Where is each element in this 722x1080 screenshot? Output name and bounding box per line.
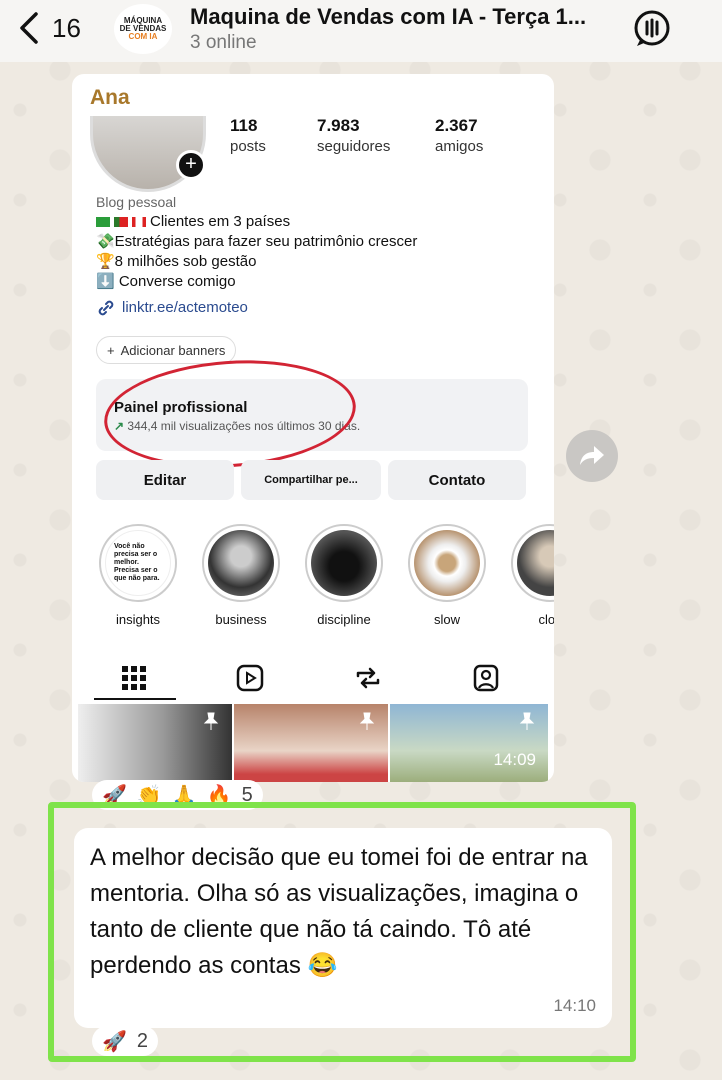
chat-header: 16 MÁQUINA DE VENDAS COM IA Maquina de V… [0,0,722,62]
back-button[interactable]: 16 [16,8,81,48]
canada-flag-icon [132,217,146,228]
story-highlight[interactable]: business [201,524,281,627]
portugal-flag-icon [114,217,128,228]
bio-line: 🏆8 milhões sob gestão [96,253,257,270]
story-highlight[interactable]: discipline [304,524,384,627]
bio-line: 💸Estratégias para fazer seu patrimônio c… [96,233,418,250]
stat-followers: 7.983 seguidores [317,116,391,155]
post-thumbnail[interactable] [390,704,548,782]
profile-tabs [72,654,554,702]
active-tab-indicator [94,698,176,700]
stat-posts: 118 posts [230,116,266,155]
story-highlight[interactable]: Você não precisa ser o melhor. Precisa s… [98,524,178,627]
repost-icon[interactable] [352,662,384,694]
forward-button[interactable] [566,430,618,482]
profile-link[interactable]: linktr.ee/actemoteo [96,298,536,318]
grid-icon[interactable] [118,662,150,694]
reels-icon[interactable] [234,662,266,694]
chevron-left-icon [20,12,38,44]
message-timestamp: 14:09 [493,750,536,769]
bio-line: ⬇️ Converse comigo [96,273,236,290]
contact-button[interactable]: Contato [388,460,526,500]
group-call-icon[interactable] [630,6,674,50]
pin-icon [203,712,219,730]
plus-icon: + [107,342,115,358]
tagged-icon[interactable] [470,662,502,694]
group-title[interactable]: Maquina de Vendas com IA - Terça 1... [190,4,610,30]
share-profile-button[interactable]: Compartilhar pe... [241,460,381,500]
stat-friends: 2.367 amigos [435,116,484,155]
pin-icon [359,712,375,730]
story-highlight[interactable]: slow [407,524,487,627]
message-text: A melhor decisão que eu tomei foi de ent… [90,844,588,979]
link-icon [98,300,114,316]
bio-line: Clientes em 3 países [96,212,536,232]
edit-profile-button[interactable]: Editar [96,460,234,500]
image-message-bubble[interactable]: Ana + 118 posts 7.983 seguidores 2.367 a… [72,74,554,782]
profile-bio: Blog pessoal Clientes em 3 países 💸Estra… [96,192,536,318]
post-thumbnail[interactable] [234,704,388,782]
message-timestamp: 14:10 [553,996,596,1015]
forward-icon [580,446,604,465]
brazil-flag-icon [96,217,110,228]
pin-icon [519,712,535,730]
story-highlight[interactable]: clos [510,524,554,627]
unread-count: 16 [52,12,81,43]
reaction-count: 2 [136,1029,149,1052]
online-status: 3 online [190,32,257,53]
post-thumbnail[interactable] [78,704,232,782]
profile-category: Blog pessoal [96,194,177,210]
text-message-bubble[interactable]: A melhor decisão que eu tomei foi de ent… [74,828,612,1028]
add-story-icon: + [176,150,206,180]
reactions-bar[interactable]: 🚀 2 [92,1026,159,1056]
sender-name: Ana [90,86,130,109]
group-avatar[interactable]: MÁQUINA DE VENDAS COM IA [114,4,172,54]
red-annotation-circle [100,352,360,476]
add-banners-button[interactable]: + Adicionar banners [96,336,237,364]
